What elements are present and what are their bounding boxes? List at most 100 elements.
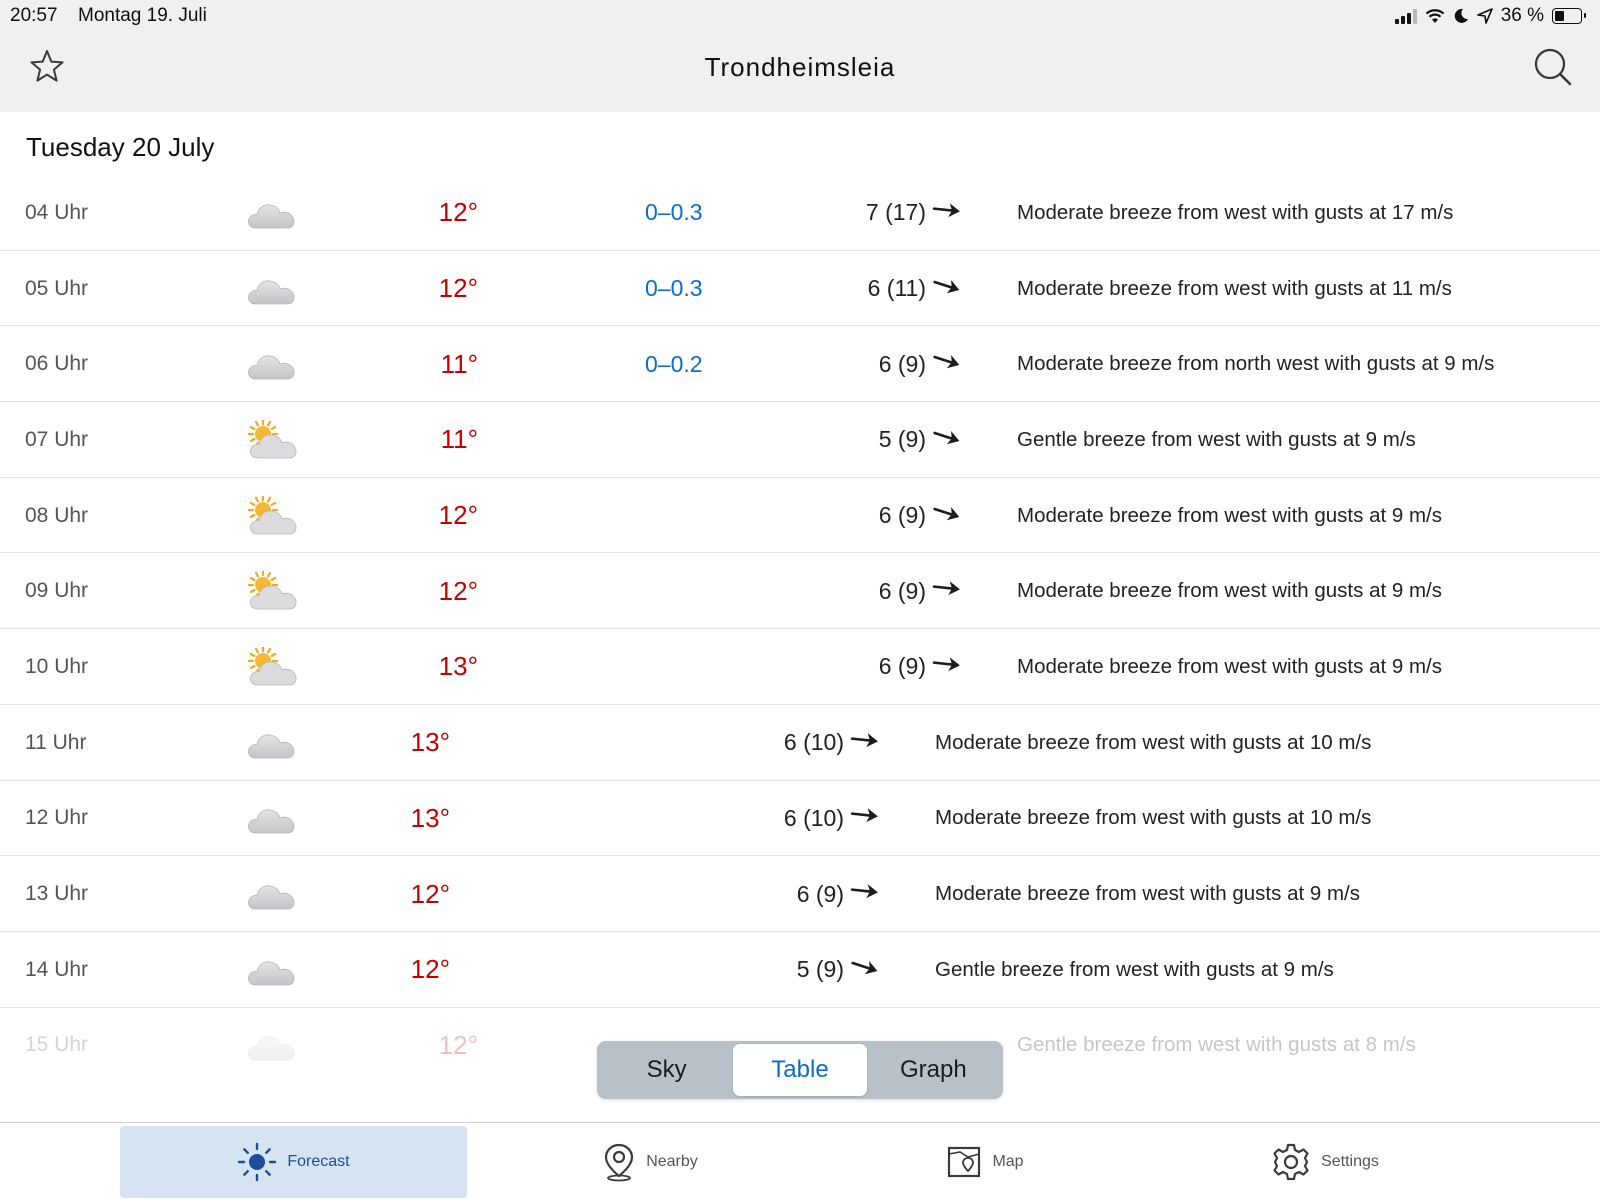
tab-forecast[interactable]: Forecast [120,1126,467,1198]
forecast-time: 04 Uhr [25,200,89,224]
page-title: Trondheimsleia [704,52,896,82]
forecast-precipitation: 0–0.3 [645,275,703,302]
forecast-wind-description: Moderate breeze from west with gusts at … [935,882,1360,906]
tab-settings-label: Settings [1321,1153,1379,1170]
cloud-icon [246,781,298,857]
forecast-row: 12 Uhr 13° 6 (10) Moderate breeze from west… [0,781,1600,857]
forecast-time: 08 Uhr [25,503,89,527]
wifi-icon [1425,9,1444,23]
forecast-row: 10 Uhr 13° 6 (9) Moderate breeze from west … [0,629,1600,705]
cloud-icon [246,251,298,327]
tab-nearby-label: Nearby [646,1153,698,1170]
forecast-table: 04 Uhr 12° 0–0.3 7 (17) Moderate breeze from… [0,175,1600,1083]
moon-icon [1454,8,1468,23]
forecast-temperature: 12° [410,878,450,909]
wind-direction-arrow-icon [844,956,880,984]
forecast-wind: 6 (10) [660,705,880,781]
forecast-wind: 6 (9) [742,629,962,705]
tab-map[interactable]: Map [930,1126,1040,1198]
wind-speed: 6 (9) [796,880,844,907]
status-time: 20:57 [10,5,58,26]
forecast-wind: 5 (9) [660,932,880,1008]
forecast-row: 14 Uhr 12° 5 (9) Gentle breeze from west wi… [0,932,1600,1008]
forecast-wind: 5 (9) [742,402,962,478]
location-arrow-icon [1476,8,1493,24]
wind-direction-arrow-icon [926,577,962,605]
forecast-temperature: 12° [438,500,478,531]
forecast-wind-description: Moderate breeze from west with gusts at … [1017,654,1442,678]
forecast-temperature: 13° [410,802,450,833]
header: Trondheimsleia [0,32,1600,112]
forecast-temperature: 12° [438,1029,478,1060]
forecast-time: 12 Uhr [25,806,89,830]
forecast-wind-description: Moderate breeze from west with gusts at … [1017,200,1454,224]
forecast-wind: 6 (9) [742,326,962,402]
location-pin-icon [605,1143,634,1182]
forecast-row: 11 Uhr 13° 6 (10) Moderate breeze from west… [0,705,1600,781]
battery-icon [1552,8,1586,24]
status-indicators: 36 % [1394,5,1586,27]
forecast-temperature: 12° [438,197,478,228]
wind-direction-arrow-icon [844,729,880,757]
forecast-row: 13 Uhr 12° 6 (9) Moderate breeze from west … [0,856,1600,932]
forecast-precipitation: 0–0.2 [645,350,703,377]
forecast-row: 07 Uhr 11° 5 (9) Gentle breeze from west wi… [0,402,1600,478]
wind-speed: 6 (10) [783,804,844,831]
search-icon [1534,48,1572,86]
forecast-wind-description: Moderate breeze from west with gusts at … [1017,579,1442,603]
wind-speed: 7 (17) [865,199,926,226]
partly-cloudy-icon [246,478,298,554]
forecast-temperature: 13° [438,651,478,682]
wind-speed: 6 (9) [878,653,926,680]
wind-speed: 6 (9) [878,502,926,529]
segment-sky[interactable]: Sky [600,1044,733,1096]
search-button[interactable] [1532,46,1574,88]
forecast-time: 15 Uhr [25,1033,89,1057]
forecast-wind-description: Moderate breeze from west with gusts at … [935,730,1372,754]
forecast-wind-description: Moderate breeze from north west with gus… [1017,352,1495,376]
segment-graph[interactable]: Graph [867,1044,1000,1096]
wind-direction-arrow-icon [926,275,962,303]
wind-direction-arrow-icon [926,199,962,227]
forecast-wind-description: Moderate breeze from west with gusts at … [1017,503,1442,527]
partly-cloudy-icon [246,553,298,629]
battery-percentage: 36 % [1500,5,1544,26]
wind-direction-arrow-icon [844,804,880,832]
forecast-time: 13 Uhr [25,882,89,906]
forecast-wind: 6 (11) [742,251,962,327]
status-bar: 20:57 Montag 19. Juli 36 % [0,0,1600,32]
wind-speed: 6 (11) [867,275,926,302]
cloud-icon [246,175,298,251]
tab-map-label: Map [992,1153,1024,1170]
wind-speed: 6 (10) [783,729,844,756]
tab-nearby[interactable]: Nearby [585,1126,715,1198]
partly-cloudy-icon [246,402,298,478]
tab-bar: Forecast Nearby Map Settings [0,1122,1600,1200]
forecast-time: 11 Uhr [25,730,87,754]
wind-direction-arrow-icon [926,426,962,454]
forecast-temperature: 12° [438,273,478,304]
forecast-time: 05 Uhr [25,276,89,300]
wind-direction-arrow-icon [926,653,962,681]
forecast-temperature: 12° [410,954,450,985]
segment-table[interactable]: Table [733,1044,867,1096]
forecast-wind: 6 (9) [660,856,880,932]
wind-direction-arrow-icon [926,502,962,530]
tab-settings[interactable]: Settings [1250,1126,1400,1198]
wind-speed: 6 (9) [878,577,926,604]
forecast-row: 09 Uhr 12° 6 (9) Moderate breeze from west … [0,553,1600,630]
cloud-icon [246,1008,298,1084]
wind-direction-arrow-icon [926,350,962,378]
cellular-signal-icon [1394,8,1417,24]
forecast-wind: 6 (9) [742,553,962,629]
tab-forecast-label: Forecast [287,1153,350,1170]
day-title: Tuesday 20 July [26,132,215,162]
forecast-wind-description: Gentle breeze from west with gusts at 9 … [935,957,1334,981]
gear-icon [1273,1143,1309,1181]
forecast-wind: 7 (17) [742,175,962,251]
status-date: Montag 19. Juli [78,5,207,26]
cloud-icon [246,856,298,932]
forecast-time: 14 Uhr [25,957,89,981]
forecast-time: 10 Uhr [25,654,89,678]
battery-level [1555,11,1564,21]
